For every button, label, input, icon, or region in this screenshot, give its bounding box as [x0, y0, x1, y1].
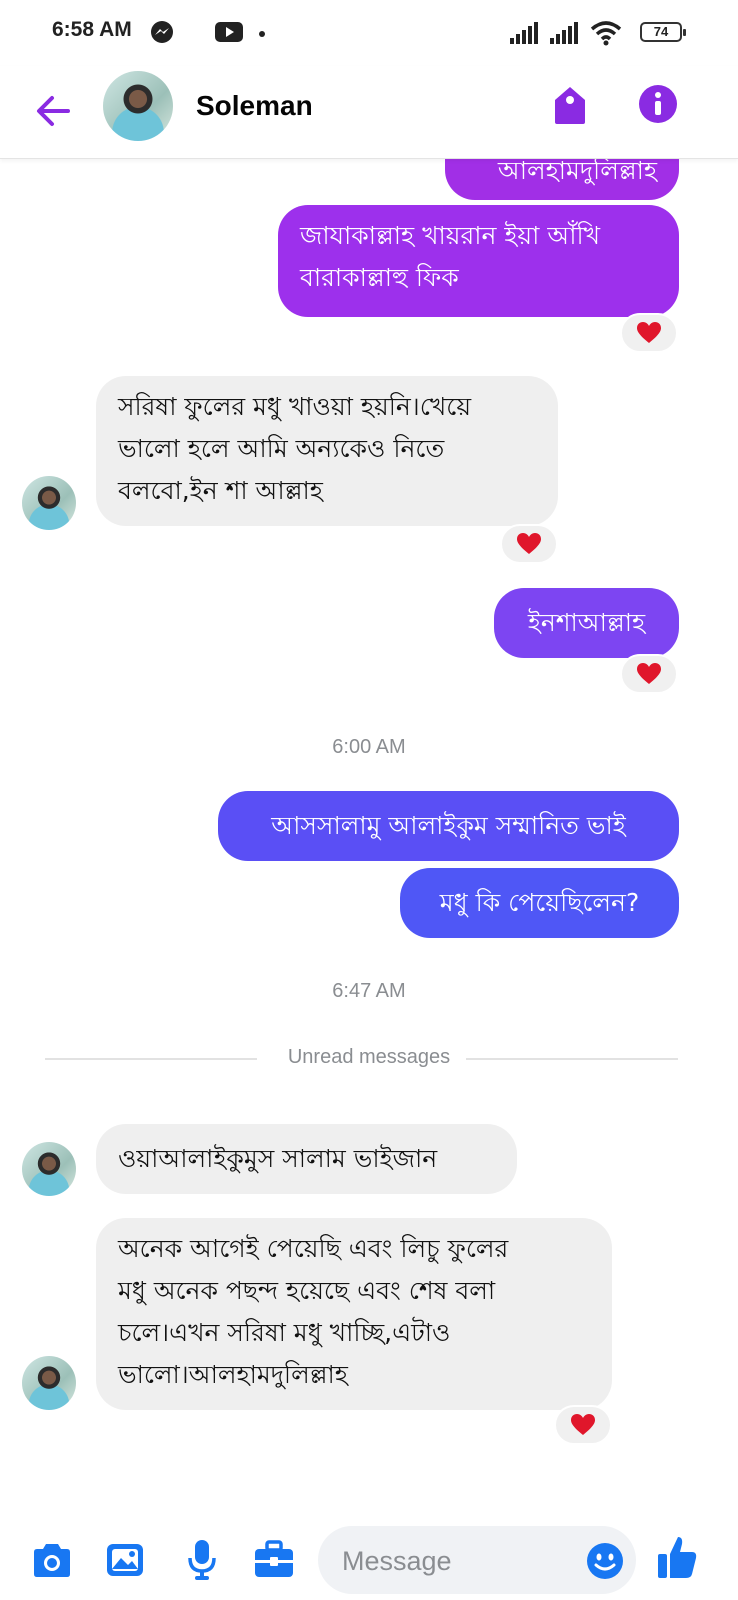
microphone-icon[interactable] — [186, 1538, 218, 1582]
tag-icon[interactable] — [550, 84, 590, 126]
message-text: বলবো,ইন শা আল্লাহ — [118, 476, 323, 505]
status-time: 6:58 AM — [52, 18, 132, 41]
info-icon[interactable] — [638, 84, 678, 124]
thumbs-up-icon[interactable] — [656, 1534, 698, 1580]
message-text: বারাকাল্লাহু ফিক — [300, 263, 459, 292]
contact-name[interactable]: Soleman — [196, 90, 313, 122]
wifi-icon — [590, 21, 622, 46]
heart-icon — [571, 1414, 595, 1435]
divider-line — [466, 1058, 678, 1060]
sender-avatar[interactable] — [22, 1356, 76, 1410]
message-text: চলে।এখন সরিষা মধু খাচ্ছি,এটাও — [118, 1318, 451, 1347]
sender-avatar[interactable] — [22, 476, 76, 530]
signal-icon — [510, 22, 538, 44]
sender-avatar[interactable] — [22, 1142, 76, 1196]
youtube-icon — [215, 22, 243, 42]
message-input-field[interactable] — [318, 1526, 636, 1594]
message-input[interactable] — [340, 1540, 564, 1582]
outgoing-message[interactable]: ইনশাআল্লাহ — [494, 588, 679, 658]
outgoing-message[interactable]: জাযাকাল্লাহ খায়রান ইয়া আঁখি বারাকাল্লা… — [278, 205, 679, 317]
message-text: ভালো।আলহামদুলিল্লাহ — [118, 1360, 348, 1389]
heart-icon — [637, 322, 661, 343]
back-arrow-icon[interactable] — [30, 88, 76, 134]
outgoing-message[interactable]: আসসালামু আলাইকুম সম্মানিত ভাই — [218, 791, 679, 861]
reaction-badge[interactable] — [554, 1405, 612, 1445]
composer-bar — [0, 1520, 738, 1600]
conversation-header: Soleman — [0, 66, 738, 159]
messenger-icon — [151, 21, 173, 43]
timestamp: 6:00 AM — [332, 736, 406, 758]
incoming-message[interactable]: ওয়াআলাইকুমুস সালাম ভাইজান — [96, 1124, 517, 1194]
message-text: মধু কি পেয়েছিলেন? — [439, 888, 640, 917]
timestamp: 6:47 AM — [332, 980, 406, 1002]
heart-icon — [637, 663, 661, 684]
incoming-message[interactable]: সরিষা ফুলের মধু খাওয়া হয়নি।খেয়ে ভালো … — [96, 376, 558, 526]
incoming-message[interactable]: অনেক আগেই পেয়েছি এবং লিচু ফুলের মধু অনে… — [96, 1218, 612, 1410]
gallery-icon[interactable] — [105, 1540, 145, 1580]
outgoing-message[interactable]: আলহামদুলিল্লাহ — [445, 158, 679, 200]
message-text: ওয়াআলাইকুমুস সালাম ভাইজান — [118, 1144, 438, 1173]
message-text: মধু অনেক পছন্দ হয়েছে এবং শেষ বলা — [118, 1276, 496, 1305]
heart-icon — [517, 533, 541, 554]
signal-icon — [550, 22, 578, 44]
message-text: আসসালামু আলাইকুম সম্মানিত ভাই — [271, 811, 626, 840]
camera-icon[interactable] — [30, 1542, 74, 1580]
reaction-badge[interactable] — [620, 313, 678, 353]
message-text: অনেক আগেই পেয়েছি এবং লিচু ফুলের — [118, 1234, 509, 1263]
message-text: ভালো হলে আমি অন্যকেও নিতে — [118, 434, 445, 463]
message-text: সরিষা ফুলের মধু খাওয়া হয়নি।খেয়ে — [118, 392, 472, 421]
emoji-icon[interactable] — [586, 1542, 624, 1580]
outgoing-message[interactable]: মধু কি পেয়েছিলেন? — [400, 868, 679, 938]
battery-indicator: 74 — [640, 22, 686, 42]
message-list[interactable]: আলহামদুলিল্লাহ জাযাকাল্লাহ খায়রান ইয়া … — [0, 158, 738, 1520]
message-text: ইনশাআল্লাহ — [527, 608, 646, 637]
reaction-badge[interactable] — [620, 654, 678, 694]
message-text: জাযাকাল্লাহ খায়রান ইয়া আঁখি — [300, 221, 601, 250]
reaction-badge[interactable] — [500, 524, 558, 564]
dot-icon — [259, 31, 265, 37]
message-text: আলহামদুলিল্লাহ — [497, 158, 657, 185]
contact-avatar[interactable] — [103, 71, 173, 141]
status-bar: 6:58 AM 74 — [0, 0, 738, 66]
toolbox-icon[interactable] — [253, 1540, 295, 1580]
